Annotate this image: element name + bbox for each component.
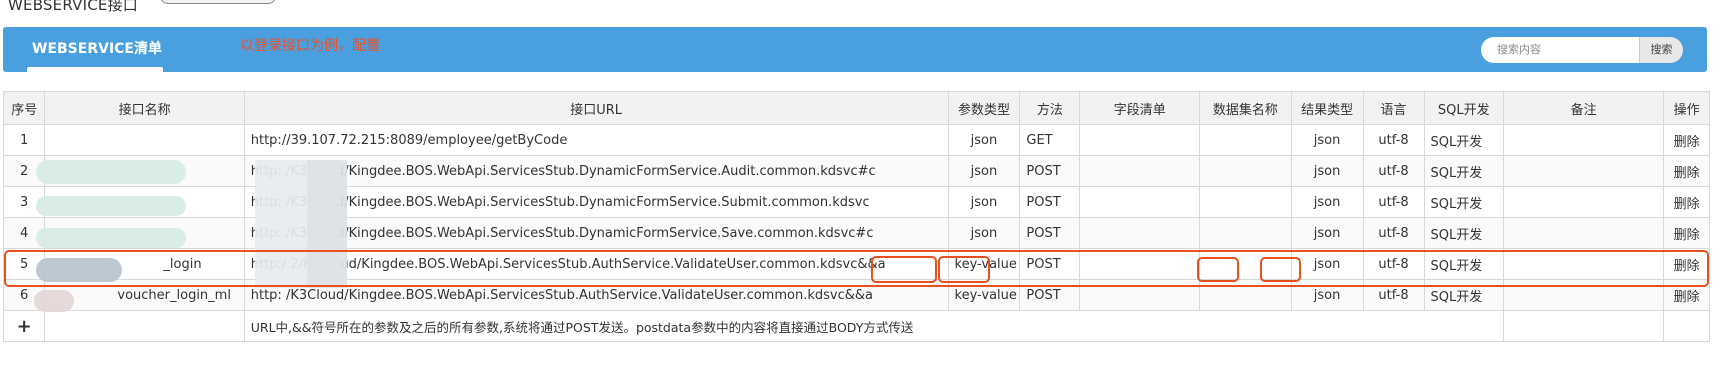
- highlight-language: [1260, 257, 1301, 282]
- sql-dev-link[interactable]: SQL开发: [1423, 186, 1505, 218]
- header-bar: WEBSERVICE清单 以登录接口为例，配置 搜索: [3, 27, 1707, 72]
- col-header-result-type: 结果类型: [1290, 91, 1364, 125]
- page-title: WEBSERVICE接口: [8, 0, 138, 14]
- highlight-method: [938, 256, 990, 283]
- row-dataset[interactable]: [1199, 155, 1292, 187]
- row-language[interactable]: utf-8: [1362, 186, 1425, 218]
- redaction-mask: [34, 290, 74, 312]
- row-language[interactable]: utf-8: [1362, 155, 1425, 187]
- sql-dev-link[interactable]: SQL开发: [1423, 155, 1505, 187]
- row-fields[interactable]: [1079, 124, 1201, 156]
- highlight-param-type: [871, 256, 937, 283]
- row-method[interactable]: POST: [1019, 186, 1081, 218]
- row-fields[interactable]: [1079, 155, 1201, 187]
- row-language[interactable]: utf-8: [1362, 124, 1425, 156]
- row-result-type[interactable]: json: [1290, 124, 1364, 156]
- col-header-dataset: 数据集名称: [1199, 91, 1292, 125]
- redaction-mask: [36, 160, 186, 184]
- col-header-name: 接口名称: [44, 91, 245, 125]
- row-language[interactable]: utf-8: [1362, 217, 1425, 249]
- table-row[interactable]: 1 http://39.107.72.215:8089/employee/get…: [2, 124, 1710, 156]
- redaction-mask: [36, 228, 186, 248]
- row-url[interactable]: http://39.107.72.215:8089/employee/getBy…: [243, 124, 949, 156]
- col-header-fields: 字段清单: [1079, 91, 1201, 125]
- col-header-url: 接口URL: [243, 91, 949, 125]
- row-param-type[interactable]: json: [947, 217, 1021, 249]
- redaction-mask: [36, 196, 186, 216]
- row-method[interactable]: POST: [1019, 217, 1081, 249]
- add-row: + URL中,&&符号所在的参数及之后的所有参数,系统将通过POST发送。pos…: [2, 310, 1710, 342]
- row-url[interactable]: http: /K3Cloud/Kingdee.BOS.WebApi.Servic…: [243, 186, 949, 218]
- delete-link[interactable]: 删除: [1663, 217, 1710, 249]
- search-button[interactable]: 搜索: [1639, 37, 1683, 63]
- row-fields[interactable]: [1079, 217, 1201, 249]
- add-row-empty: [1663, 310, 1710, 342]
- row-remark[interactable]: [1503, 217, 1665, 249]
- sql-dev-link[interactable]: SQL开发: [1423, 124, 1505, 156]
- footer-note: URL中,&&符号所在的参数及之后的所有参数,系统将通过POST发送。postd…: [243, 310, 1505, 342]
- row-dataset[interactable]: [1199, 217, 1292, 249]
- row-param-type[interactable]: json: [947, 186, 1021, 218]
- row-no: 1: [2, 124, 46, 156]
- row-param-type[interactable]: json: [947, 155, 1021, 187]
- col-header-method: 方法: [1019, 91, 1081, 125]
- annotation-text: 以登录接口为例，配置: [240, 38, 380, 54]
- col-header-language: 语言: [1362, 91, 1425, 125]
- row-url[interactable]: http: /K3Cloud/Kingdee.BOS.WebApi.Servic…: [243, 217, 949, 249]
- col-header-sql: SQL开发: [1423, 91, 1505, 125]
- row-fields[interactable]: [1079, 186, 1201, 218]
- add-row-empty: [44, 310, 245, 342]
- row-dataset[interactable]: [1199, 186, 1292, 218]
- row-result-type[interactable]: json: [1290, 217, 1364, 249]
- add-row-button[interactable]: +: [2, 310, 46, 342]
- delete-link[interactable]: 删除: [1663, 124, 1710, 156]
- tab-active-indicator: [27, 67, 163, 72]
- row-result-type[interactable]: json: [1290, 155, 1364, 187]
- row-result-type[interactable]: json: [1290, 186, 1364, 218]
- row-method[interactable]: GET: [1019, 124, 1081, 156]
- sql-dev-link[interactable]: SQL开发: [1423, 217, 1505, 249]
- col-header-remark: 备注: [1503, 91, 1665, 125]
- row-url[interactable]: http: /K3Cloud/Kingdee.BOS.WebApi.Servic…: [243, 155, 949, 187]
- add-row-empty: [1503, 310, 1665, 342]
- col-header-param-type: 参数类型: [947, 91, 1021, 125]
- col-header-operation: 操作: [1663, 91, 1710, 125]
- row-name[interactable]: [44, 124, 245, 156]
- col-header-no: 序号: [2, 91, 46, 125]
- row-remark[interactable]: [1503, 186, 1665, 218]
- search-input[interactable]: [1481, 37, 1639, 63]
- row-param-type[interactable]: json: [947, 124, 1021, 156]
- delete-link[interactable]: 删除: [1663, 186, 1710, 218]
- row-remark[interactable]: [1503, 124, 1665, 156]
- row-method[interactable]: POST: [1019, 155, 1081, 187]
- title-pill-decoration: [160, 0, 276, 4]
- delete-link[interactable]: 删除: [1663, 155, 1710, 187]
- highlight-row-5: [4, 250, 1709, 287]
- row-remark[interactable]: [1503, 155, 1665, 187]
- highlight-result-type: [1197, 257, 1239, 282]
- table-header-row: 序号 接口名称 接口URL 参数类型 方法 字段清单 数据集名称 结果类型 语言…: [2, 91, 1710, 125]
- row-dataset[interactable]: [1199, 124, 1292, 156]
